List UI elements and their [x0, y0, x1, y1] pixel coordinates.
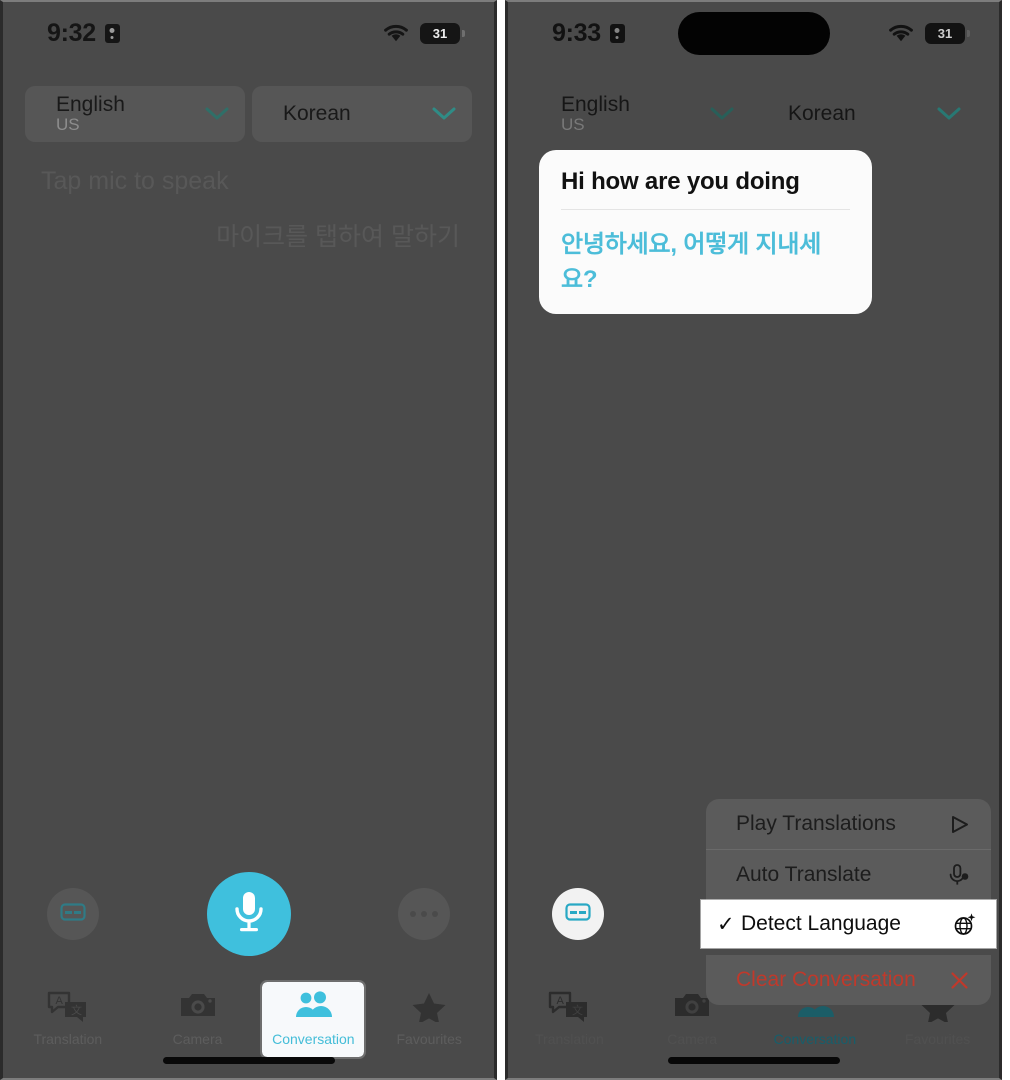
- tab-translation[interactable]: A 文 Translation: [508, 982, 631, 1057]
- status-bar-right: 31: [383, 22, 465, 44]
- subtitles-icon: [60, 902, 86, 926]
- menu-item-label: Auto Translate: [736, 863, 872, 886]
- right-phone-screen: 9:33 31 English US Korean Hi how are you…: [505, 0, 1002, 1080]
- target-language-name: Korean: [283, 101, 351, 125]
- more-dots-icon: [410, 911, 438, 917]
- context-menu: Play Translations Auto Translate ✓ Detec…: [701, 799, 996, 1005]
- home-indicator: [162, 1057, 335, 1064]
- translation-card[interactable]: Hi how are you doing 안녕하세요, 어떻게 지내세요?: [539, 150, 872, 314]
- target-language-texts: Korean: [757, 101, 921, 125]
- conversation-area: Tap mic to speak 마이크를 탭하여 말하기: [3, 142, 494, 854]
- chevron-down-icon[interactable]: [416, 106, 472, 122]
- battery-level-text: 31: [432, 25, 448, 41]
- tab-label: Translation: [33, 1031, 103, 1047]
- svg-text:文: 文: [71, 1003, 82, 1017]
- left-phone-screen: 9:32 31 English US Korean Tap mic to spe…: [0, 0, 497, 1080]
- recording-badge-icon: [609, 23, 625, 43]
- tab-label: Camera: [667, 1031, 718, 1047]
- battery-indicator: 31: [925, 22, 970, 44]
- source-language-selector[interactable]: English US: [25, 86, 245, 142]
- status-time: 9:32: [47, 18, 96, 47]
- svg-text:文: 文: [572, 1003, 583, 1017]
- star-icon: [408, 990, 450, 1027]
- translation-source-text: Hi how are you doing: [561, 168, 850, 210]
- translate-icon: A 文: [548, 990, 590, 1027]
- camera-icon: [177, 990, 219, 1027]
- status-bar: 9:32 31: [3, 2, 494, 64]
- status-bar: 9:33 31: [508, 2, 999, 64]
- source-language-selector[interactable]: English US: [530, 86, 750, 142]
- menu-group-gap: [706, 948, 991, 955]
- status-bar-left: 9:33: [552, 19, 625, 48]
- screenshot-stage: 9:32 31 English US Korean Tap mic to spe…: [0, 0, 1010, 1080]
- menu-item-auto-translate[interactable]: Auto Translate: [706, 850, 991, 900]
- tab-label: Conversation: [272, 1031, 355, 1047]
- menu-item-label: Detect Language: [741, 912, 901, 935]
- target-language-selector[interactable]: Korean: [252, 86, 472, 142]
- translation-translated-text: 안녕하세요, 어떻게 지내세요?: [561, 231, 822, 293]
- battery-indicator: 31: [420, 22, 465, 44]
- globe-sparkle-icon: [948, 912, 980, 937]
- status-bar-left: 9:32: [47, 19, 120, 48]
- tab-label: Favourites: [396, 1031, 462, 1047]
- tab-bar: A 文 Translation Camera Conversation Favo…: [3, 974, 494, 1078]
- people-icon: [292, 990, 334, 1027]
- source-language-name: English: [561, 92, 630, 116]
- chevron-down-icon[interactable]: [189, 106, 245, 122]
- source-language-texts: English US: [25, 92, 189, 135]
- source-language-texts: English US: [530, 92, 694, 135]
- source-language-region: US: [561, 115, 585, 135]
- subtitles-icon: [565, 902, 591, 926]
- checkmark-icon: ✓: [717, 912, 735, 936]
- chevron-down-icon[interactable]: [694, 106, 750, 122]
- source-hint-text: Tap mic to speak: [41, 167, 229, 195]
- mic-button[interactable]: [206, 872, 291, 956]
- menu-item-label: Clear Conversation: [736, 968, 916, 991]
- source-language-name: English: [56, 92, 125, 116]
- control-row: [3, 854, 494, 974]
- menu-item-clear-conversation[interactable]: Clear Conversation: [706, 955, 991, 1005]
- status-time: 9:33: [552, 18, 601, 47]
- tab-label: Translation: [535, 1031, 604, 1047]
- wifi-icon: [888, 24, 914, 43]
- language-selector-bar: English US Korean: [508, 64, 999, 142]
- menu-item-detect-language[interactable]: ✓ Detect Language: [701, 900, 996, 948]
- battery-level-text: 31: [937, 25, 953, 41]
- recording-badge-icon: [104, 23, 120, 43]
- menu-item-play-translations[interactable]: Play Translations: [706, 799, 991, 849]
- target-language-name: Korean: [788, 101, 856, 125]
- play-icon: [943, 814, 975, 835]
- wifi-icon: [383, 24, 409, 43]
- microphone-icon: [231, 888, 267, 941]
- tab-favourites[interactable]: Favourites: [364, 982, 494, 1057]
- close-x-icon: [943, 970, 975, 991]
- target-language-selector[interactable]: Korean: [757, 86, 977, 142]
- menu-item-label: Play Translations: [736, 812, 896, 835]
- tab-label: Conversation: [773, 1031, 857, 1047]
- tab-label: Camera: [172, 1031, 223, 1047]
- source-language-region: US: [56, 115, 80, 135]
- mic-auto-icon: [943, 863, 975, 887]
- conversation-area: Hi how are you doing 안녕하세요, 어떻게 지내세요? Pl…: [508, 142, 999, 1005]
- tab-translation[interactable]: A 文 Translation: [3, 982, 133, 1057]
- tab-label: Favourites: [904, 1031, 971, 1047]
- target-hint-text: 마이크를 탭하여 말하기: [216, 223, 460, 251]
- translate-icon: A 文: [47, 990, 89, 1027]
- svg-text:A: A: [55, 995, 63, 1007]
- more-options-button[interactable]: [398, 888, 450, 940]
- target-language-texts: Korean: [252, 101, 416, 125]
- subtitles-button[interactable]: [552, 888, 604, 940]
- status-bar-right: 31: [888, 22, 970, 44]
- subtitles-button[interactable]: [47, 888, 99, 940]
- tab-conversation[interactable]: Conversation: [260, 980, 367, 1059]
- svg-text:A: A: [557, 995, 565, 1007]
- language-selector-bar: English US Korean: [3, 64, 494, 142]
- chevron-down-icon[interactable]: [921, 106, 977, 122]
- dynamic-island: [677, 12, 830, 55]
- home-indicator: [667, 1057, 840, 1064]
- tab-camera[interactable]: Camera: [133, 982, 263, 1057]
